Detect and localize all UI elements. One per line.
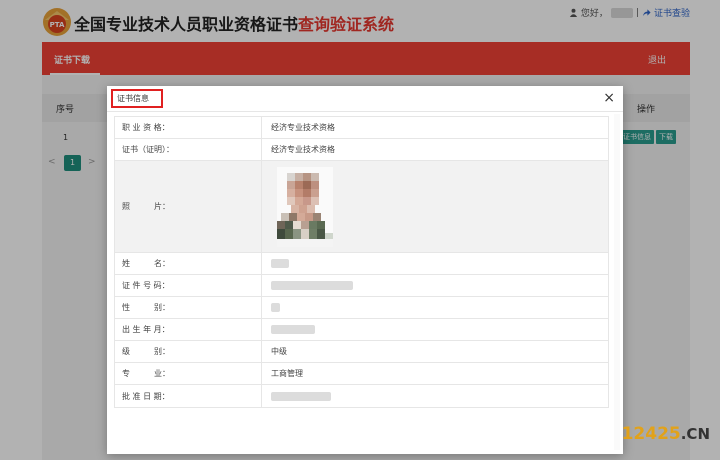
info-value-redacted (271, 297, 280, 318)
info-row-photo: 照 片： (115, 161, 608, 253)
info-value: 中级 (271, 347, 287, 356)
info-row-major: 专 业： 工商管理 (115, 363, 608, 385)
info-label: 照 片： (122, 202, 170, 211)
modal-title: 证书信息 (117, 94, 149, 103)
info-value-redacted (271, 253, 289, 274)
info-value: 经济专业技术资格 (271, 123, 335, 132)
info-value-redacted (271, 275, 353, 296)
cell-divider (261, 297, 262, 318)
info-label: 姓 名： (122, 259, 170, 268)
info-row-level: 级 别： 中级 (115, 341, 608, 363)
watermark-number: 12425 (621, 424, 681, 444)
cell-divider (261, 117, 262, 138)
info-row-gender: 性 别： (115, 297, 608, 319)
info-value-redacted (271, 319, 315, 340)
info-row-id-number: 证 件 号 码： (115, 275, 608, 297)
info-label: 级 别： (122, 347, 170, 356)
info-row-birth-date: 出 生 年 月： (115, 319, 608, 341)
info-value: 经济专业技术资格 (271, 145, 335, 154)
certificate-info-table: 职 业 资 格： 经济专业技术资格 证书（证明）： 经济专业技术资格 照 片： (114, 116, 609, 408)
info-row-qualification: 职 业 资 格： 经济专业技术资格 (115, 117, 608, 139)
cell-divider (261, 275, 262, 296)
cell-divider (261, 253, 262, 274)
info-label: 批 准 日 期： (122, 391, 170, 401)
info-label: 职 业 资 格： (122, 123, 170, 132)
site-watermark: 12425.CN (622, 424, 710, 444)
info-label: 证 件 号 码： (122, 281, 170, 290)
close-icon[interactable]: × (603, 90, 615, 106)
info-row-name: 姓 名： (115, 253, 608, 275)
info-label: 证书（证明）： (122, 145, 174, 154)
info-row-certificate: 证书（证明）： 经济专业技术资格 (115, 139, 608, 161)
info-value-redacted (271, 385, 331, 407)
modal-header: 证书信息 × (107, 86, 623, 112)
certificate-info-modal: 证书信息 × 职 业 资 格： 经济专业技术资格 证书（证明）： 经济专业技术资… (107, 86, 623, 454)
info-label: 出 生 年 月： (122, 325, 170, 334)
cell-divider (261, 161, 262, 252)
cell-divider (261, 363, 262, 384)
watermark-suffix: .CN (680, 425, 710, 443)
info-value: 工商管理 (271, 369, 303, 378)
id-photo (277, 167, 333, 247)
cell-divider (261, 139, 262, 160)
info-label: 性 别： (122, 303, 170, 312)
cell-divider (261, 341, 262, 362)
cell-divider (261, 385, 262, 407)
info-label: 专 业： (122, 369, 170, 378)
cell-divider (261, 319, 262, 340)
modal-scrollbar[interactable] (614, 114, 620, 450)
info-row-approval-date: 批 准 日 期： (115, 385, 608, 407)
